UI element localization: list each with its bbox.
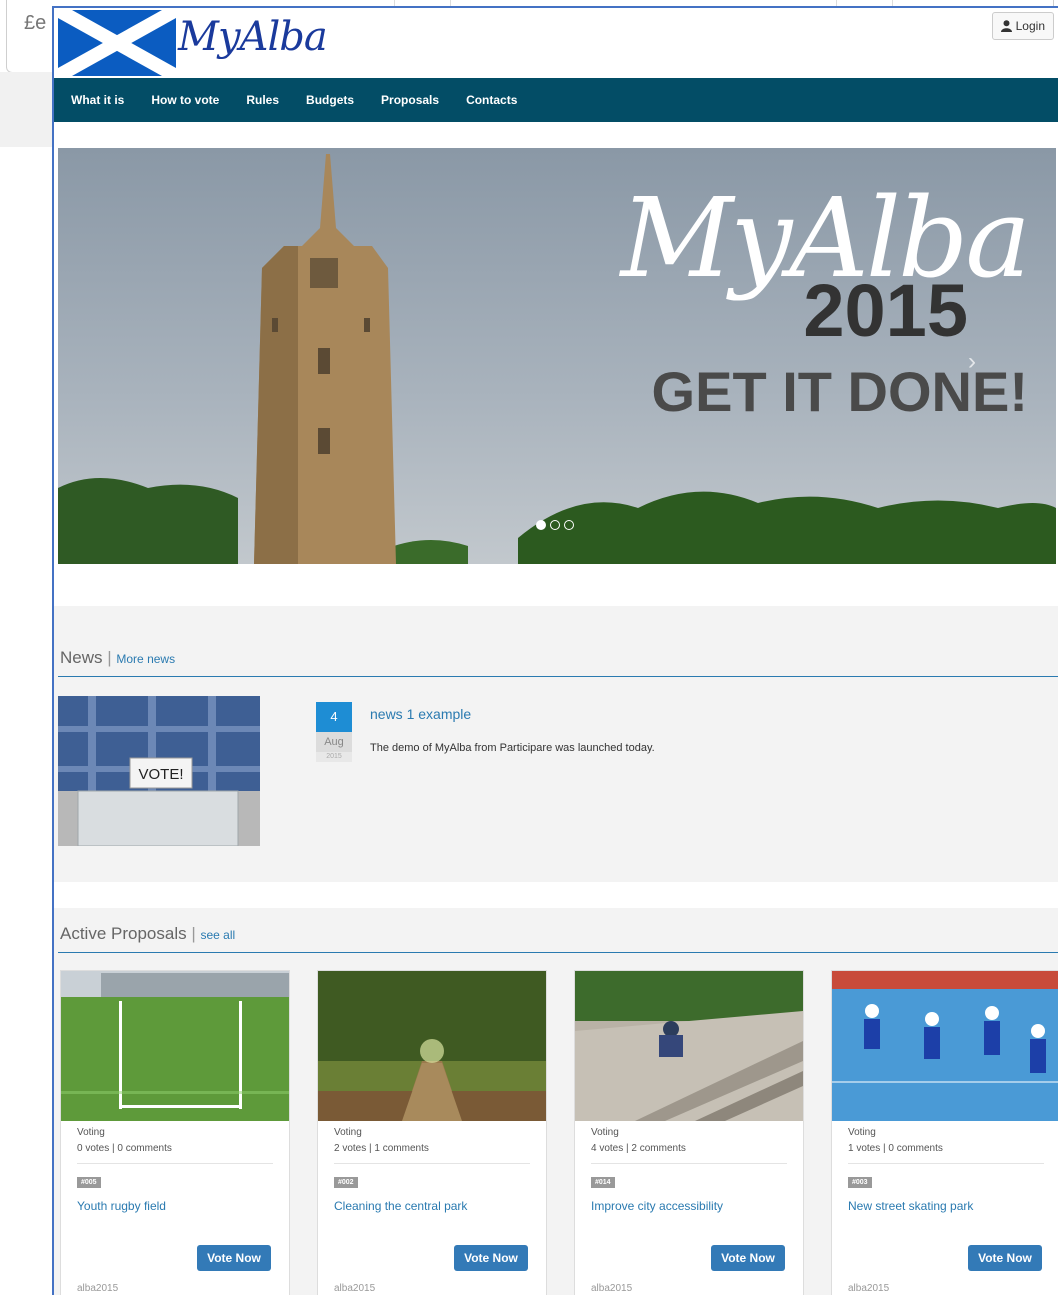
proposal-id-badge: #003 [848,1177,872,1188]
proposal-status: Voting [591,1127,619,1138]
site-frame: MyAlba Login What it is How to vote Rule… [52,6,1058,1295]
proposal-title-link[interactable]: Cleaning the central park [334,1199,467,1213]
proposal-stats: 4 votes | 2 comments [591,1143,686,1154]
proposal-author: alba2015 [334,1283,376,1294]
login-label: Login [1015,19,1045,33]
news-section: News | More news VOTE! 4 Aug 2015 news 1… [54,606,1058,882]
background-strip [0,72,60,147]
nav-item-budgets[interactable]: Budgets [306,93,354,107]
card-divider [591,1163,787,1164]
more-news-link[interactable]: More news [116,652,175,666]
park-avenue-image [318,971,546,1121]
proposal-status: Voting [77,1127,105,1138]
news-image[interactable]: VOTE! [58,696,260,846]
card-divider [334,1163,530,1164]
news-divider [58,676,1058,677]
carousel-next-icon[interactable]: › [968,348,976,376]
news-date-badge: 4 Aug 2015 [316,702,352,762]
background-partial-text: £e [24,12,47,34]
hero-overlay: MyAlba 2015 GET IT DONE! [548,178,1031,424]
proposal-stats: 1 votes | 0 comments [848,1143,943,1154]
main-nav: What it is How to vote Rules Budgets Pro… [54,78,1058,122]
nav-item-contacts[interactable]: Contacts [466,93,517,107]
skating-kids-image [832,971,1058,1121]
proposal-card[interactable]: Voting 0 votes | 0 comments #005 Youth r… [60,970,290,1295]
proposals-divider [58,952,1058,953]
proposal-title-link[interactable]: New street skating park [848,1199,973,1213]
news-body: The demo of MyAlba from Participare was … [370,742,655,754]
carousel-indicators [536,520,574,530]
rugby-field-image [61,971,289,1121]
proposals-heading-text: Active Proposals [60,924,187,943]
vote-now-button[interactable]: Vote Now [968,1245,1042,1271]
news-title-link[interactable]: news 1 example [370,706,471,722]
hero-carousel[interactable]: MyAlba 2015 GET IT DONE! › [58,148,1056,564]
site-header: MyAlba Login [54,8,1058,78]
site-logo-text[interactable]: MyAlba [178,14,328,60]
vote-now-button[interactable]: Vote Now [454,1245,528,1271]
proposal-title-link[interactable]: Improve city accessibility [591,1199,723,1213]
news-heading: News | More news [60,648,176,667]
proposals-heading: Active Proposals | see all [60,924,236,943]
news-date-year: 2015 [316,752,352,762]
saltire-flag-logo[interactable] [58,10,176,76]
proposal-title-link[interactable]: Youth rugby field [77,1199,166,1213]
carousel-dot-1[interactable] [536,520,546,530]
news-heading-text: News [60,648,103,667]
proposal-card[interactable]: Voting 1 votes | 0 comments #003 New str… [831,970,1058,1295]
proposal-stats: 0 votes | 0 comments [77,1143,172,1154]
nav-item-how-to-vote[interactable]: How to vote [151,93,219,107]
proposal-id-badge: #014 [591,1177,615,1188]
ballot-box-image: VOTE! [58,696,260,846]
hero-slogan: GET IT DONE! [651,360,1028,423]
proposal-card[interactable]: Voting 2 votes | 1 comments #002 Cleanin… [317,970,547,1295]
card-divider [77,1163,273,1164]
proposal-author: alba2015 [848,1283,890,1294]
login-button[interactable]: Login [991,12,1054,40]
vote-now-button[interactable]: Vote Now [197,1245,271,1271]
see-all-link[interactable]: see all [201,928,236,942]
carousel-dot-2[interactable] [550,520,560,530]
carousel-dot-3[interactable] [564,520,574,530]
accessibility-ramp-image [575,971,803,1121]
proposal-cards: Voting 0 votes | 0 comments #005 Youth r… [60,970,1058,1295]
proposal-author: alba2015 [591,1283,633,1294]
proposal-status: Voting [334,1127,362,1138]
proposal-author: alba2015 [77,1283,119,1294]
proposal-status: Voting [848,1127,876,1138]
proposal-id-badge: #002 [334,1177,358,1188]
nav-item-what-it-is[interactable]: What it is [71,93,124,107]
ballot-caption: VOTE! [138,766,183,783]
proposal-card[interactable]: Voting 4 votes | 2 comments #014 Improve… [574,970,804,1295]
proposal-id-badge: #005 [77,1177,101,1188]
nav-item-rules[interactable]: Rules [246,93,279,107]
active-proposals-section: Active Proposals | see all Voting 0 vote… [54,908,1058,1295]
vote-now-button[interactable]: Vote Now [711,1245,785,1271]
news-date-month: Aug [316,732,352,752]
nav-item-proposals[interactable]: Proposals [381,93,439,107]
news-date-day: 4 [316,702,352,732]
user-icon [1000,20,1012,32]
proposal-stats: 2 votes | 1 comments [334,1143,429,1154]
card-divider [848,1163,1044,1164]
